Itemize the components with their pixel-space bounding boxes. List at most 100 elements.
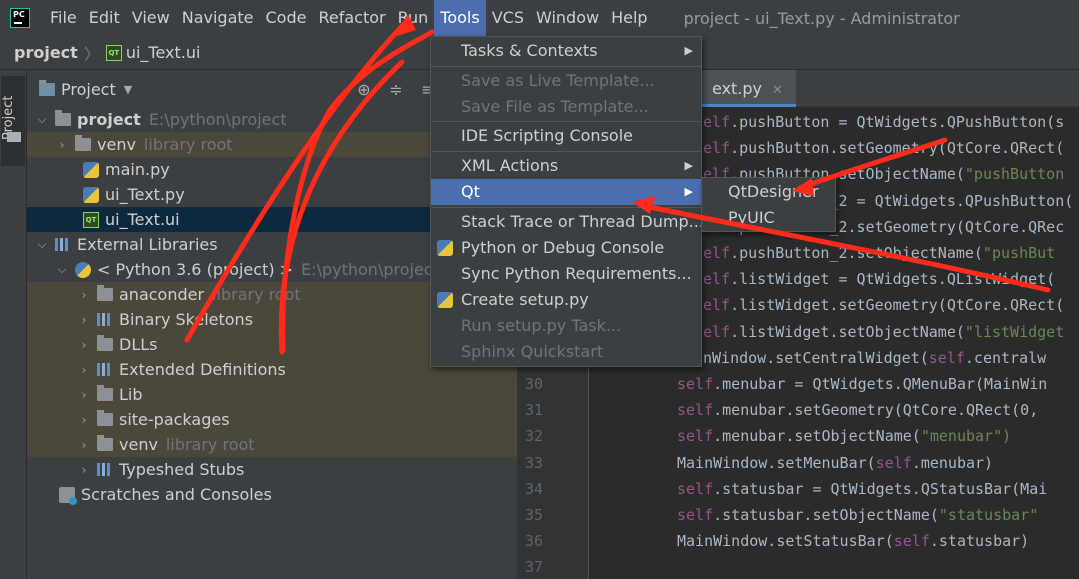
folder-icon: [97, 435, 113, 451]
menu-file[interactable]: File: [44, 0, 83, 36]
tree-row-typeshed-stubs[interactable]: › Typeshed Stubs: [27, 457, 517, 482]
editor-tab-ui-text-py[interactable]: ext.py ✕: [702, 70, 796, 107]
python-icon: [75, 261, 91, 278]
project-tool-tab[interactable]: Project: [1, 76, 25, 166]
chevron-down-icon[interactable]: ▼: [124, 83, 132, 96]
code-line: nWindow.setCentralWidget(self.centralw: [703, 345, 1046, 371]
tree-row-scratches[interactable]: Scratches and Consoles: [27, 482, 517, 507]
code-line: MainWindow.setMenuBar(self.menubar): [677, 450, 993, 476]
menu-separator: [432, 207, 702, 208]
menu-item-qtdesigner[interactable]: QtDesigner: [702, 179, 835, 204]
tree-label: Binary Skeletons: [119, 310, 254, 329]
menu-refactor[interactable]: Refactor: [312, 0, 391, 36]
code-token: self: [893, 532, 930, 551]
chevron-down-icon[interactable]: ⌵: [35, 237, 49, 252]
menu-edit[interactable]: Edit: [83, 0, 126, 36]
menu-help[interactable]: Help: [605, 0, 653, 36]
code-token: .menubar): [911, 453, 994, 472]
tree-label: site-packages: [119, 410, 230, 429]
code-token: elf: [703, 322, 731, 341]
chevron-right-icon[interactable]: ›: [77, 463, 91, 477]
code-token: .listWidget.setObjectName(: [730, 322, 965, 341]
code-token: self: [677, 506, 714, 524]
code-token: .statusbar): [929, 532, 1030, 551]
qt-file-icon: QT: [83, 211, 99, 228]
menu-item-pyuic[interactable]: PyUIC: [702, 205, 835, 230]
qt-submenu: QtDesigner PyUIC: [701, 177, 836, 232]
code-token: MainWindow.setStatusBar(: [677, 532, 894, 551]
tree-label: Typeshed Stubs: [119, 460, 245, 479]
menu-item-label: Tasks & Contexts: [461, 41, 598, 60]
chevron-down-icon[interactable]: ⌵: [35, 112, 49, 127]
python-icon: [437, 292, 453, 308]
menu-item-sync-requirements[interactable]: Sync Python Requirements...: [431, 261, 701, 287]
menu-item-save-file-template[interactable]: Save File as Template...: [431, 94, 701, 120]
menu-item-create-setup-py[interactable]: Create setup.py: [431, 287, 701, 313]
menu-tools[interactable]: Tools: [434, 0, 486, 36]
menu-item-save-live-template[interactable]: Save as Live Template...: [431, 68, 701, 94]
chevron-right-icon[interactable]: ›: [77, 438, 91, 452]
menu-item-xml-actions[interactable]: XML Actions ▶: [431, 153, 701, 179]
menu-separator: [432, 151, 702, 152]
breadcrumb-separator-icon: 〉: [83, 44, 100, 64]
menu-item-tasks-contexts[interactable]: Tasks & Contexts ▶: [431, 38, 701, 64]
menu-item-label: XML Actions: [461, 156, 559, 175]
menu-item-qt[interactable]: Qt ▶: [431, 179, 701, 205]
menu-view[interactable]: View: [126, 0, 176, 36]
code-token: self: [677, 479, 714, 498]
library-icon: [97, 313, 113, 326]
code-token: .pushButton_2.setObjectName(: [730, 244, 983, 262]
menu-run[interactable]: Run: [392, 0, 435, 36]
tree-row-lib[interactable]: › Lib: [27, 382, 517, 407]
menu-item-sphinx-quickstart[interactable]: Sphinx Quickstart: [431, 339, 701, 365]
scratches-icon: [59, 486, 77, 505]
menu-item-label: IDE Scripting Console: [461, 126, 633, 145]
menu-code[interactable]: Code: [260, 0, 313, 36]
menu-item-python-debug-console[interactable]: Python or Debug Console: [431, 235, 701, 261]
project-folder-icon: [7, 132, 21, 142]
code-token: .menubar.setGeometry(QtCore.QRect(0,: [713, 401, 1048, 420]
chevron-right-icon[interactable]: ›: [77, 388, 91, 402]
code-token: self: [677, 401, 714, 420]
menu-item-label: Create setup.py: [461, 290, 589, 309]
menu-item-label: Sync Python Requirements...: [461, 264, 692, 283]
code-line: elf.listWidget.setGeometry(QtCore.QRect(: [703, 292, 1064, 318]
qt-file-icon: QT: [105, 44, 122, 61]
menu-item-ide-scripting-console[interactable]: IDE Scripting Console: [431, 123, 701, 149]
tree-row-site-packages[interactable]: › site-packages: [27, 407, 517, 432]
tree-row-venv-lib[interactable]: › venv library root: [27, 432, 517, 457]
tree-note: library root: [165, 435, 255, 454]
chevron-right-icon[interactable]: ›: [77, 413, 91, 427]
submenu-arrow-icon: ▶: [684, 185, 693, 198]
chevron-right-icon[interactable]: ›: [77, 288, 91, 302]
collapse-all-icon[interactable]: ≑: [387, 80, 405, 99]
window-title: project - ui_Text.py - Administrator: [683, 8, 960, 28]
code-token: "listWidget: [964, 322, 1065, 341]
locate-target-icon[interactable]: ⊕: [355, 80, 373, 99]
code-line: elf.listWidget.setObjectName("listWidget: [703, 319, 1064, 345]
tree-label: venv: [97, 135, 136, 154]
code-token: "statusbar": [938, 506, 1039, 524]
close-icon[interactable]: ✕: [772, 83, 783, 98]
menu-item-run-setup-py-task[interactable]: Run setup.py Task...: [431, 313, 701, 339]
folder-icon: [55, 110, 71, 126]
chevron-down-icon[interactable]: ⌵: [55, 262, 69, 277]
menu-navigate[interactable]: Navigate: [176, 0, 260, 36]
chevron-right-icon[interactable]: ›: [77, 313, 91, 327]
chevron-right-icon[interactable]: ›: [55, 138, 69, 152]
menu-item-stack-trace[interactable]: Stack Trace or Thread Dump...: [431, 209, 704, 235]
project-view-selector[interactable]: Project: [61, 80, 116, 99]
breadcrumb-file[interactable]: ui_Text.ui: [126, 43, 201, 62]
code-token: self: [677, 375, 714, 393]
chevron-right-icon[interactable]: ›: [77, 338, 91, 352]
menu-vcs[interactable]: VCS: [486, 0, 530, 36]
code-token: .centralw: [964, 348, 1047, 367]
menu-separator: [432, 121, 702, 122]
menu-window[interactable]: Window: [530, 0, 605, 36]
left-tool-strip: Project: [0, 70, 27, 579]
code-token: self: [928, 348, 965, 367]
tree-label: venv: [119, 435, 158, 454]
breadcrumb-project[interactable]: project: [14, 43, 78, 62]
code-line: self.statusbar = QtWidgets.QStatusBar(Ma…: [677, 476, 1047, 502]
chevron-right-icon[interactable]: ›: [77, 363, 91, 377]
